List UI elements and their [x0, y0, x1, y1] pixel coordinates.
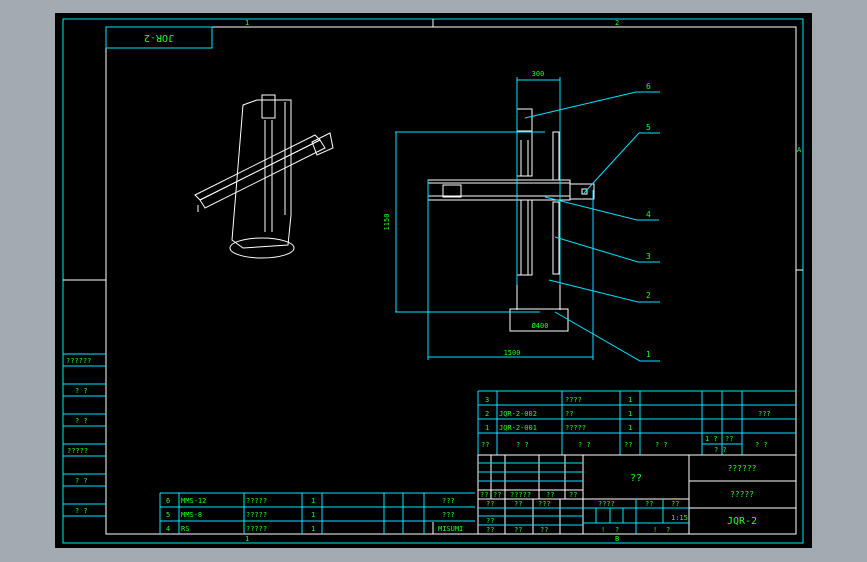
cad-text: ?? [514, 500, 522, 508]
cad-text: ?? [671, 500, 679, 508]
cad-text: ? ? [516, 441, 529, 449]
left-label: ? ? [75, 507, 88, 515]
company-field: ?????? [728, 464, 757, 473]
cad-text: JQR-2-002 [499, 410, 537, 418]
dimension-overall-width: 1500 [504, 349, 521, 357]
drawing-canvas[interactable]: 1 2 A 1 B JOR-2 300 1150 Ø400 1500 6 5 4… [0, 0, 867, 562]
cad-text: 1 [485, 424, 489, 432]
cad-text: ?? [725, 435, 733, 443]
cad-text: 3 [485, 396, 489, 404]
balloon-5: 5 [646, 123, 651, 132]
cad-text: ?? [481, 441, 489, 449]
cad-text: ????? [565, 424, 586, 432]
cad-text: ?? [645, 500, 653, 508]
cad-text: 2 [485, 410, 489, 418]
cad-text: ????? [246, 511, 267, 519]
cad-text: JQR-2-001 [499, 424, 537, 432]
cad-text: ? [615, 526, 619, 534]
left-label: ? ? [75, 477, 88, 485]
zone-mark: 2 [615, 19, 619, 27]
cad-text: 6 [166, 497, 170, 505]
cad-text: ?? [624, 441, 632, 449]
cad-text: ! [653, 526, 657, 534]
cad-text: 1 [311, 511, 315, 519]
zone-mark: 1 [245, 19, 249, 27]
material-field: ?? [630, 473, 642, 484]
cad-text: ? ? [655, 441, 668, 449]
cad-text: ?? [514, 526, 522, 534]
zone-mark: B [615, 535, 619, 543]
cad-text: ??? [442, 497, 455, 505]
cad-text: ????? [510, 491, 531, 499]
balloon-6: 6 [646, 82, 651, 91]
cad-text: ????? [246, 525, 267, 533]
cad-text: RS [181, 525, 189, 533]
left-label: ?????? [66, 357, 91, 365]
cad-text: ?? [486, 526, 494, 534]
cad-text: ?? [540, 526, 548, 534]
cad-text: ? ? [755, 441, 768, 449]
left-label: ? ? [75, 417, 88, 425]
balloon-2: 2 [646, 291, 651, 300]
cad-text: ! [601, 526, 605, 534]
balloon-1: 1 [646, 350, 651, 359]
model-space [55, 13, 812, 548]
cad-text: ? [666, 526, 670, 534]
dimension-height: 1150 [383, 214, 391, 231]
cad-text: 1 ? [705, 435, 718, 443]
title-tag-mirrored: JOR-2 [144, 32, 174, 43]
cad-text: ?? [546, 491, 554, 499]
cad-text: 1 [311, 525, 315, 533]
cad-text: ????? [246, 497, 267, 505]
cad-text: 5 [166, 511, 170, 519]
cad-text: MMS-12 [181, 497, 206, 505]
dimension-top-width: 300 [532, 70, 545, 78]
cad-text: 4 [166, 525, 170, 533]
balloon-3: 3 [646, 252, 651, 261]
cad-text: 1 [311, 497, 315, 505]
cad-text: ???? [598, 500, 615, 508]
cad-text: ?? [565, 410, 573, 418]
left-label: ????? [67, 447, 88, 455]
cad-text: ?? [486, 500, 494, 508]
balloon-4: 4 [646, 210, 651, 219]
cad-text: ?? [486, 517, 494, 525]
drawing-number-field: JQR-2 [727, 516, 757, 527]
cad-text: ?? [480, 491, 488, 499]
scale-field: 1:15 [671, 514, 688, 522]
dimension-base: Ø400 [532, 322, 549, 330]
cad-text: MMS-8 [181, 511, 202, 519]
left-label: ? ? [75, 387, 88, 395]
cad-text: ?? [493, 491, 501, 499]
cad-text: ??? [758, 410, 771, 418]
cad-text: ? ? [714, 446, 727, 454]
cad-text: ??? [538, 500, 551, 508]
drawing-name-field: ????? [730, 490, 754, 499]
cad-text: ?? [569, 491, 577, 499]
cad-text: ???? [565, 396, 582, 404]
cad-text: MISUMI [438, 525, 463, 533]
cad-viewport[interactable]: 1 2 A 1 B JOR-2 300 1150 Ø400 1500 6 5 4… [0, 0, 867, 562]
cad-text: 1 [628, 410, 632, 418]
cad-text: 1 [628, 396, 632, 404]
cad-text: 1 [628, 424, 632, 432]
cad-text: ??? [442, 511, 455, 519]
zone-mark: 1 [245, 535, 249, 543]
cad-text: ? ? [578, 441, 591, 449]
